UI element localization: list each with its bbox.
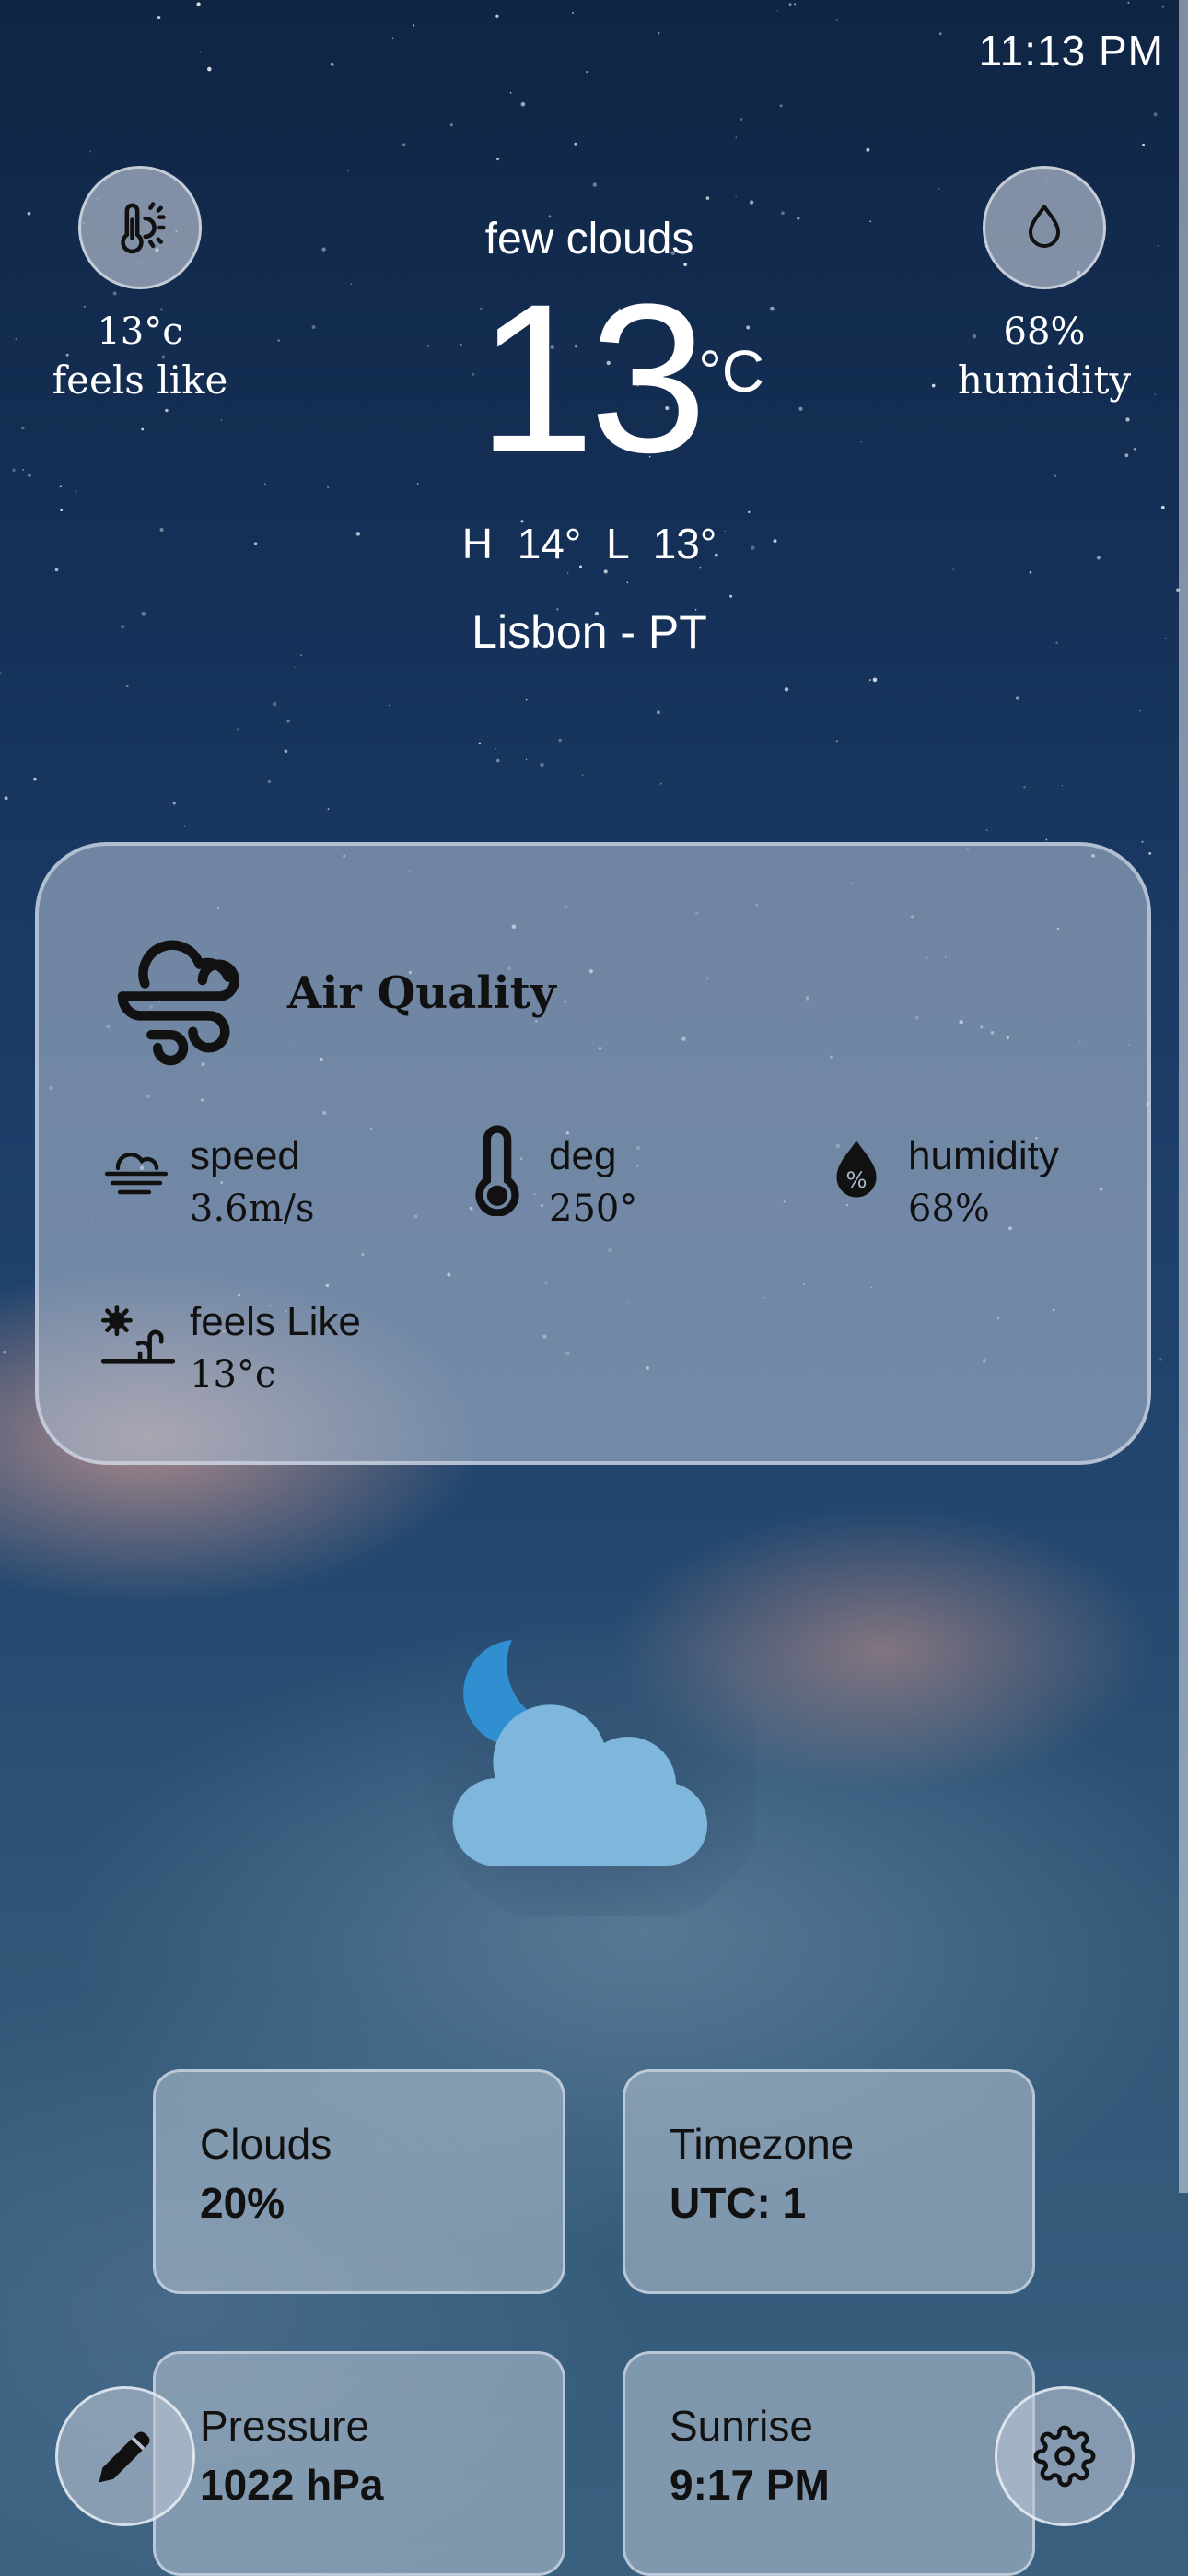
tile-timezone: Timezone UTC: 1 <box>623 2069 1035 2294</box>
aq-deg-label: deg <box>549 1133 617 1178</box>
aq-humidity-label: humidity <box>908 1133 1059 1178</box>
humidity-value: 68% <box>1003 310 1086 353</box>
aq-item-feels-like: feels Like 13°c <box>99 1297 361 1402</box>
status-time: 11:13 PM <box>978 27 1164 75</box>
temperature-unit: °C <box>698 338 764 404</box>
aq-humidity-value: 68% <box>908 1188 990 1230</box>
aq-feels-like-value: 13°c <box>190 1353 276 1396</box>
air-quality-header: Air Quality <box>112 919 556 1067</box>
wind-cloud-icon <box>104 1153 169 1195</box>
sun-plant-icon <box>100 1305 176 1364</box>
wind-cloud-large-icon <box>117 940 239 1066</box>
high-temp: H 14° <box>461 520 582 568</box>
tile-pressure: Pressure 1022 hPa <box>153 2351 565 2576</box>
tile-pressure-title: Pressure <box>200 2402 370 2450</box>
aq-feels-like-label: feels Like <box>190 1299 361 1344</box>
aq-speed-label: speed <box>190 1133 300 1178</box>
air-quality-title: Air Quality <box>287 967 556 1019</box>
feels-like-value: 13°c <box>97 310 183 353</box>
cloud-moon-icon <box>424 1622 755 1916</box>
tile-timezone-value: UTC: 1 <box>670 2179 807 2227</box>
edit-button[interactable] <box>55 2386 195 2526</box>
tile-timezone-title: Timezone <box>670 2120 855 2168</box>
air-quality-card: Air Quality speed 3.6m/s deg 250° % humi… <box>35 842 1151 1465</box>
humidity-widget: 68% humidity <box>925 166 1164 405</box>
tile-sunrise-title: Sunrise <box>670 2402 813 2450</box>
feels-like-icon-button[interactable] <box>78 166 202 289</box>
aq-item-humidity: % humidity 68% <box>818 1131 1059 1236</box>
tile-sunrise: Sunrise 9:17 PM <box>623 2351 1035 2576</box>
current-temperature: 13 °C <box>387 273 792 485</box>
pencil-icon <box>99 2431 150 2483</box>
thermometer-icon <box>475 1125 519 1216</box>
temperature-value: 13 <box>477 260 707 497</box>
settings-button[interactable] <box>995 2386 1135 2526</box>
thermometer-sun-icon <box>121 202 166 254</box>
feels-like-widget: 13°c feels like <box>20 166 260 405</box>
aq-speed-value: 3.6m/s <box>190 1188 315 1230</box>
location-label: Lisbon - PT <box>472 606 707 658</box>
aq-item-deg: deg 250° <box>459 1125 638 1236</box>
humidity-label: humidity <box>957 357 1132 403</box>
tile-sunrise-value: 9:17 PM <box>670 2461 830 2509</box>
aq-deg-value: 250° <box>549 1188 638 1230</box>
scrollbar[interactable] <box>1179 0 1188 2193</box>
tile-clouds-value: 20% <box>200 2179 285 2227</box>
humidity-drop-icon: % <box>836 1140 877 1198</box>
tile-pressure-value: 1022 hPa <box>200 2461 384 2509</box>
droplet-icon <box>1029 205 1060 248</box>
tile-clouds: Clouds 20% <box>153 2069 565 2294</box>
aq-item-speed: speed 3.6m/s <box>99 1131 315 1236</box>
gear-icon <box>1033 2425 1096 2488</box>
feels-like-label: feels like <box>52 357 228 403</box>
weather-description: few clouds <box>484 215 694 263</box>
svg-text:%: % <box>845 1167 867 1193</box>
high-low: H 14° L 13° <box>387 519 792 568</box>
tile-clouds-title: Clouds <box>200 2120 332 2168</box>
low-temp: L 13° <box>606 520 717 568</box>
current-weather: few clouds 13 °C H 14° L 13° Lisbon - PT <box>387 203 792 659</box>
humidity-icon-button[interactable] <box>983 166 1106 289</box>
